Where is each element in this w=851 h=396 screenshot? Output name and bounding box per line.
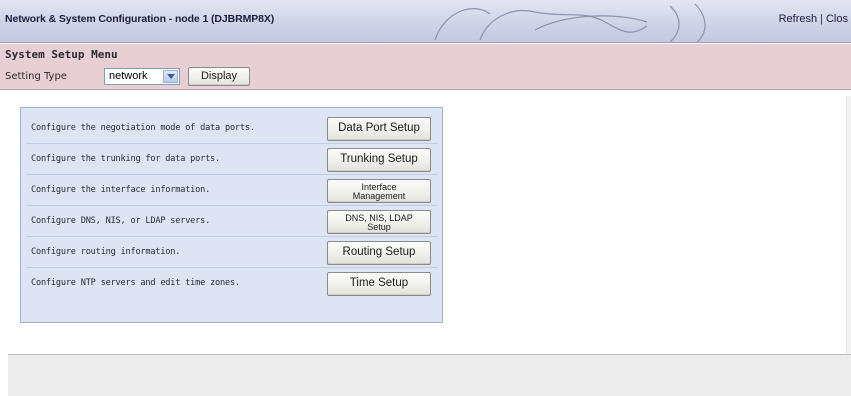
setting-type-value: network	[109, 70, 148, 82]
interface-management-button[interactable]: Interface Management	[327, 179, 431, 203]
trunking-setup-button[interactable]: Trunking Setup	[327, 148, 431, 172]
setting-type-label: Setting Type	[5, 71, 67, 82]
row-description: Configure the trunking for data ports.	[31, 154, 221, 164]
list-item: Configure the interface information. Int…	[27, 176, 437, 206]
setup-menu-panel: Configure the negotiation mode of data p…	[20, 107, 443, 323]
list-item: Configure the trunking for data ports. T…	[27, 145, 437, 175]
display-button[interactable]: Display	[188, 67, 250, 86]
main-content: Configure the negotiation mode of data p…	[8, 97, 845, 352]
setting-type-select[interactable]: network	[104, 68, 180, 85]
window-banner: Network & System Configuration - node 1 …	[0, 0, 851, 43]
list-item: Configure NTP servers and edit time zone…	[27, 269, 437, 298]
decorative-swirl-icon	[434, 3, 706, 42]
list-item: Configure routing information. Routing S…	[27, 238, 437, 268]
list-item: Configure DNS, NIS, or LDAP servers. DNS…	[27, 207, 437, 237]
row-description: Configure the negotiation mode of data p…	[31, 123, 255, 133]
data-port-setup-button[interactable]: Data Port Setup	[327, 117, 431, 141]
menu-header: System Setup Menu	[0, 43, 851, 66]
row-description: Configure DNS, NIS, or LDAP servers.	[31, 216, 211, 226]
banner-links: Refresh | Clos	[779, 13, 848, 25]
window-title: Network & System Configuration - node 1 …	[5, 13, 275, 25]
dns-nis-ldap-setup-button[interactable]: DNS, NIS, LDAP Setup	[327, 210, 431, 234]
left-margin	[0, 355, 8, 396]
close-link[interactable]: Clos	[826, 13, 848, 25]
footer-panel	[8, 355, 851, 396]
refresh-link[interactable]: Refresh	[779, 13, 818, 25]
list-item: Configure the negotiation mode of data p…	[27, 114, 437, 144]
row-description: Configure NTP servers and edit time zone…	[31, 278, 240, 288]
row-description: Configure the interface information.	[31, 185, 211, 195]
row-description: Configure routing information.	[31, 247, 181, 257]
routing-setup-button[interactable]: Routing Setup	[327, 241, 431, 265]
page-title: System Setup Menu	[5, 48, 118, 61]
button-label-line: Management	[352, 190, 406, 201]
button-label-line: Setup	[367, 221, 391, 232]
scrollbar[interactable]	[846, 96, 851, 354]
link-separator: |	[820, 13, 823, 25]
chevron-down-icon[interactable]	[163, 70, 178, 83]
time-setup-button[interactable]: Time Setup	[327, 272, 431, 296]
setting-type-toolbar: Setting Type network Display	[0, 66, 851, 90]
